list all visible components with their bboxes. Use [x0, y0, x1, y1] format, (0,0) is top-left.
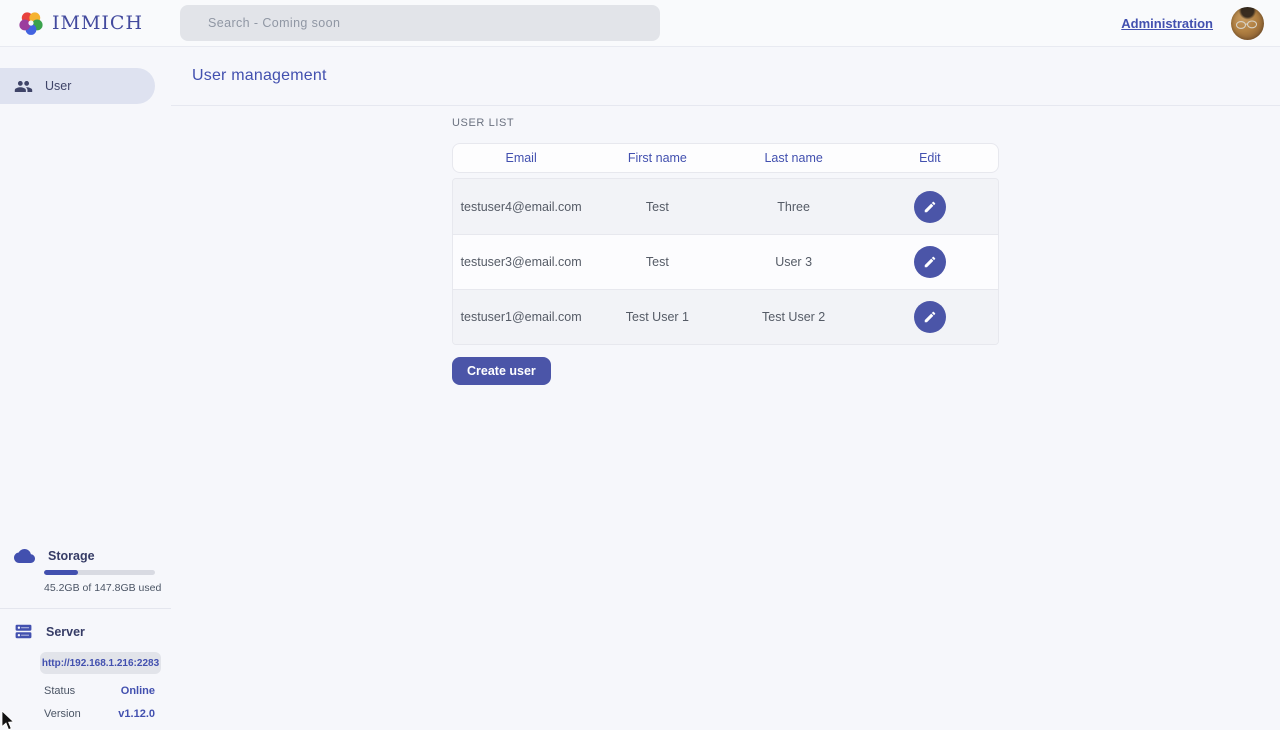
server-title: Server: [46, 625, 85, 639]
top-bar: IMMICH Administration: [0, 0, 1280, 47]
page-header: User management: [171, 47, 1280, 106]
table-row: testuser1@email.com Test User 1 Test Use…: [453, 289, 998, 344]
sidebar-item-user[interactable]: User: [0, 68, 155, 104]
column-header-first-name: First name: [589, 151, 725, 165]
storage-usage-text: 45.2GB of 147.8GB used: [44, 582, 171, 594]
storage-progress-bar: [44, 570, 155, 575]
edit-user-button[interactable]: [914, 246, 946, 278]
search-input[interactable]: [180, 5, 660, 41]
page-title: User management: [192, 67, 327, 85]
cell-first-name: Test: [589, 200, 725, 214]
cell-first-name: Test: [589, 255, 725, 269]
sidebar-item-label: User: [45, 79, 71, 93]
administration-link[interactable]: Administration: [1121, 16, 1213, 31]
glasses-graphic: [1235, 20, 1260, 30]
edit-user-button[interactable]: [914, 301, 946, 333]
server-version-value: v1.12.0: [118, 708, 155, 720]
users-icon: [14, 77, 33, 96]
cell-last-name: Test User 2: [726, 310, 862, 324]
server-status-value: Online: [121, 685, 155, 697]
sidebar: User Storage 45.2GB of 147.8GB used: [0, 47, 171, 730]
user-table: testuser4@email.com Test Three te: [452, 178, 999, 345]
sidebar-footer: Storage 45.2GB of 147.8GB used: [0, 548, 171, 720]
pencil-icon: [923, 255, 937, 269]
pencil-icon: [923, 200, 937, 214]
column-header-edit: Edit: [862, 151, 998, 165]
server-version-label: Version: [44, 708, 81, 720]
table-row: testuser4@email.com Test Three: [453, 179, 998, 234]
server-url-badge: http://192.168.1.216:2283: [40, 652, 161, 674]
cell-email: testuser1@email.com: [453, 310, 589, 324]
sidebar-divider: [0, 608, 171, 609]
main-content: User management USER LIST Email First na…: [171, 47, 1280, 730]
create-user-button[interactable]: Create user: [452, 357, 551, 385]
column-header-email: Email: [453, 151, 589, 165]
cell-first-name: Test User 1: [589, 310, 725, 324]
pencil-icon: [923, 310, 937, 324]
storage-progress-fill: [44, 570, 78, 575]
user-avatar[interactable]: [1231, 7, 1264, 40]
server-status-label: Status: [44, 685, 75, 697]
storage-title: Storage: [48, 549, 95, 563]
cell-email: testuser4@email.com: [453, 200, 589, 214]
immich-flower-icon: [18, 10, 44, 36]
user-list-label: USER LIST: [452, 117, 999, 129]
cell-email: testuser3@email.com: [453, 255, 589, 269]
logo-wordmark: IMMICH: [52, 12, 143, 34]
table-header: Email First name Last name Edit: [452, 143, 999, 173]
cell-last-name: Three: [726, 200, 862, 214]
immich-logo[interactable]: IMMICH: [0, 10, 143, 36]
server-icon: [14, 622, 33, 641]
table-row: testuser3@email.com Test User 3: [453, 234, 998, 289]
cloud-icon: [14, 548, 35, 563]
edit-user-button[interactable]: [914, 191, 946, 223]
cell-last-name: User 3: [726, 255, 862, 269]
column-header-last-name: Last name: [726, 151, 862, 165]
